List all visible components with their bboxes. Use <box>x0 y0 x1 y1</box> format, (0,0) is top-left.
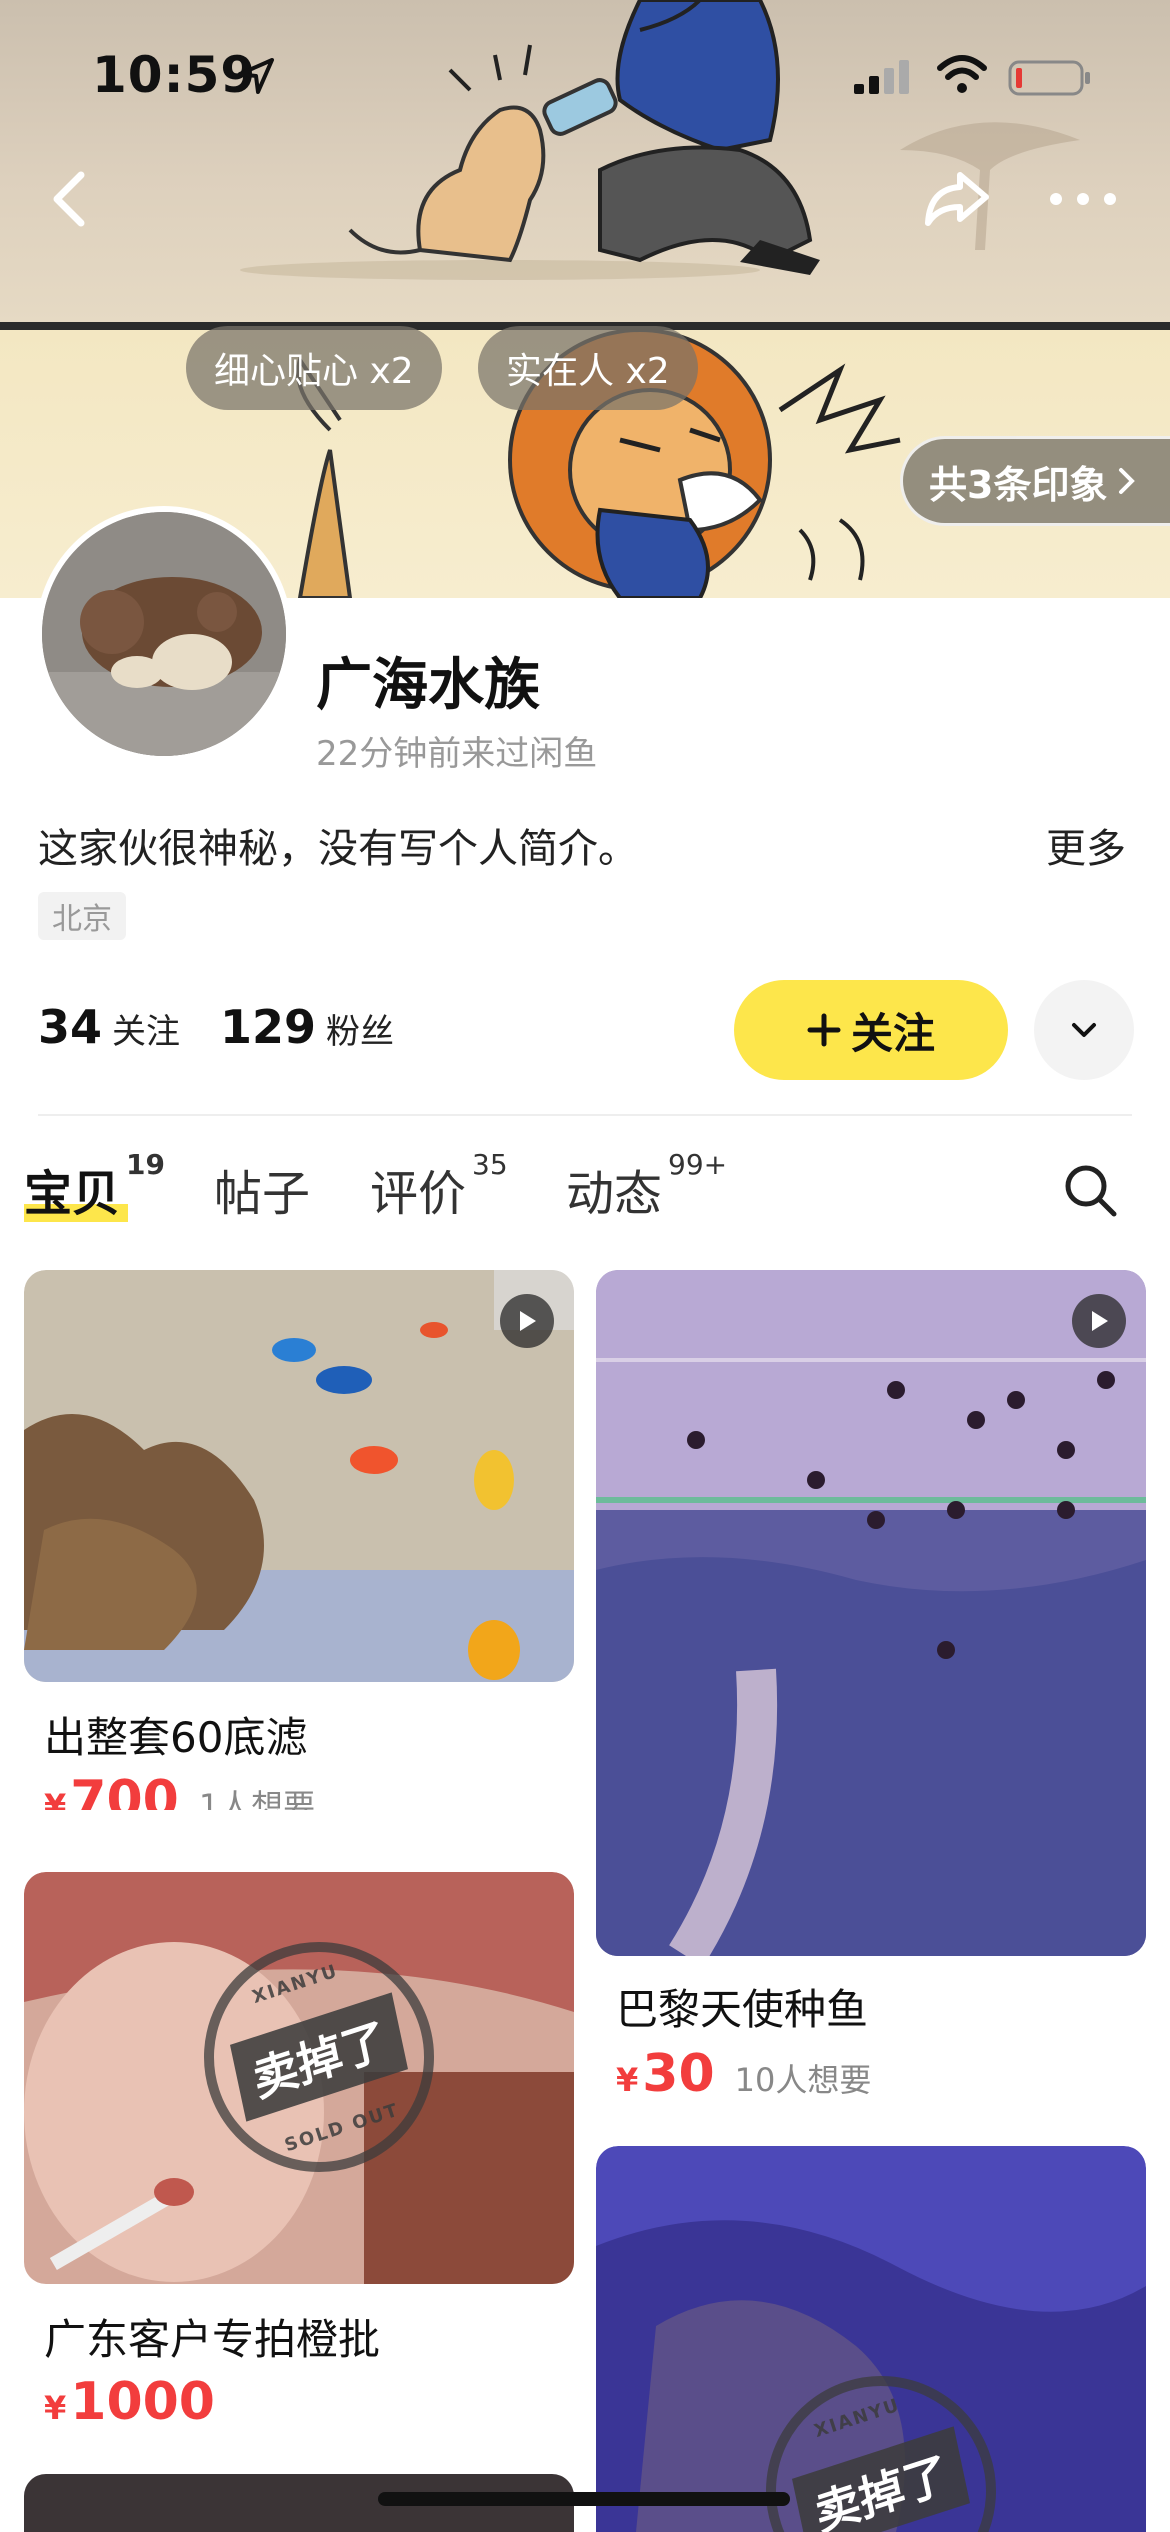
location-tag: 北京 <box>38 892 126 940</box>
avatar-image <box>42 512 286 756</box>
chevron-left-icon <box>53 171 85 227</box>
status-bar: 10:59 <box>0 0 1170 150</box>
tab-count: 99+ <box>668 1148 728 1181</box>
currency-symbol: ¥ <box>616 2061 639 2099</box>
avatar[interactable] <box>36 506 292 762</box>
item-photo <box>596 1270 1146 1956</box>
bio-more-link[interactable]: 更多 <box>1046 816 1126 874</box>
shop-name: 广海水族 <box>316 653 540 718</box>
item-card[interactable]: XIANYU 卖掉了 SOLD OUT 广东客户专拍橙批 ¥ 1000 <box>24 1872 574 2432</box>
price-value: 30 <box>642 2044 715 2104</box>
following-count: 34 <box>38 1000 103 1054</box>
item-photo: XIANYU 卖掉了 SOLD OUT <box>24 1872 574 2284</box>
last-active-text: 22分钟前来过闲鱼 <box>316 734 598 774</box>
search-button[interactable] <box>1050 1150 1130 1230</box>
item-title: 巴黎天使种鱼 <box>616 1985 869 2034</box>
currency-symbol: ¥ <box>44 1787 67 1810</box>
followers-label: 粉丝 <box>326 1012 395 1052</box>
profile-tabs: 宝贝 19 帖子 评价 35 动态 99+ <box>24 1144 1144 1224</box>
tab-label: 动态 <box>566 1166 663 1222</box>
follow-button[interactable]: 关注 <box>734 980 1008 1080</box>
back-button[interactable] <box>24 154 114 244</box>
stamp-text: 卖掉了 <box>792 2426 970 2532</box>
item-card[interactable]: XIANYU 卖掉了 SOLD OUT <box>596 2146 1146 2532</box>
item-card[interactable]: 出整套60底滤 ¥ 700 1人想要 <box>24 1270 574 1810</box>
status-time: 10:59 <box>92 46 257 104</box>
item-photo: XIANYU 卖掉了 SOLD OUT <box>596 2146 1146 2532</box>
impressions-label: 共3条印象 <box>929 462 1108 507</box>
play-icon <box>520 1311 536 1331</box>
stamp-text: 卖掉了 <box>230 1992 408 2122</box>
wifi-icon <box>937 55 987 93</box>
stamp-brand: XIANYU <box>811 2394 904 2443</box>
wants-count: 10人想要 <box>734 2061 872 2099</box>
share-button[interactable] <box>912 154 1002 244</box>
impression-tag[interactable]: 细心贴心 x2 <box>186 326 442 410</box>
all-impressions-button[interactable]: 共3条印象 <box>900 436 1170 526</box>
tab-label: 帖子 <box>214 1166 311 1222</box>
play-icon <box>1092 1311 1108 1331</box>
wants-count: 1人想要 <box>198 1787 316 1810</box>
item-price: ¥ 1000 <box>44 2372 215 2432</box>
price-value: 700 <box>70 1770 179 1810</box>
tab-label: 评价 <box>370 1166 467 1222</box>
video-badge <box>1072 1294 1126 1348</box>
item-photo <box>24 1270 574 1682</box>
location-arrow-icon <box>238 58 274 94</box>
follow-stats: 34 关注 129 粉丝 <box>38 1000 394 1054</box>
currency-symbol: ¥ <box>44 2389 67 2427</box>
price-value: 1000 <box>70 2372 215 2432</box>
followers-count: 129 <box>220 1000 317 1054</box>
chevron-right-icon <box>1119 468 1136 494</box>
more-dots-icon <box>1050 193 1116 205</box>
battery-icon <box>1008 60 1090 96</box>
tab-count: 19 <box>126 1148 165 1181</box>
video-badge <box>500 1294 554 1348</box>
item-card[interactable]: 巴黎天使种鱼 ¥ 30 10人想要 <box>596 1270 1146 2110</box>
bio-text: 这家伙很神秘，没有写个人简介。 <box>38 826 638 872</box>
tab-posts[interactable]: 帖子 <box>214 1154 310 1224</box>
home-indicator <box>378 2492 790 2506</box>
tab-label: 宝贝 <box>24 1166 121 1222</box>
followers-stat[interactable]: 129 粉丝 <box>220 1000 394 1054</box>
item-price: ¥ 30 10人想要 <box>616 2044 871 2104</box>
item-title: 广东客户专拍橙批 <box>44 2315 381 2364</box>
tab-activity[interactable]: 动态 99+ <box>566 1148 727 1224</box>
chevron-down-icon <box>1072 1023 1096 1037</box>
item-title: 出整套60底滤 <box>44 1713 308 1762</box>
more-options-button[interactable] <box>1038 154 1128 244</box>
following-label: 关注 <box>112 1012 181 1052</box>
stamp-subtext: SOLD OUT <box>282 2099 402 2157</box>
plus-icon <box>807 1013 841 1047</box>
tab-reviews[interactable]: 评价 35 <box>370 1148 508 1224</box>
tab-count: 35 <box>472 1148 508 1181</box>
stamp-brand: XIANYU <box>249 1960 342 2009</box>
cellular-signal-icon <box>854 60 909 94</box>
tab-items[interactable]: 宝贝 19 <box>24 1148 165 1224</box>
divider <box>38 1114 1132 1116</box>
impression-tag[interactable]: 实在人 x2 <box>478 326 698 410</box>
follow-options-button[interactable] <box>1034 980 1134 1080</box>
share-arrow-icon <box>925 172 989 226</box>
follow-button-label: 关注 <box>850 1008 935 1058</box>
search-icon <box>1065 1165 1117 1217</box>
following-stat[interactable]: 34 关注 <box>38 1000 180 1054</box>
item-price: ¥ 700 1人想要 <box>44 1770 315 1810</box>
